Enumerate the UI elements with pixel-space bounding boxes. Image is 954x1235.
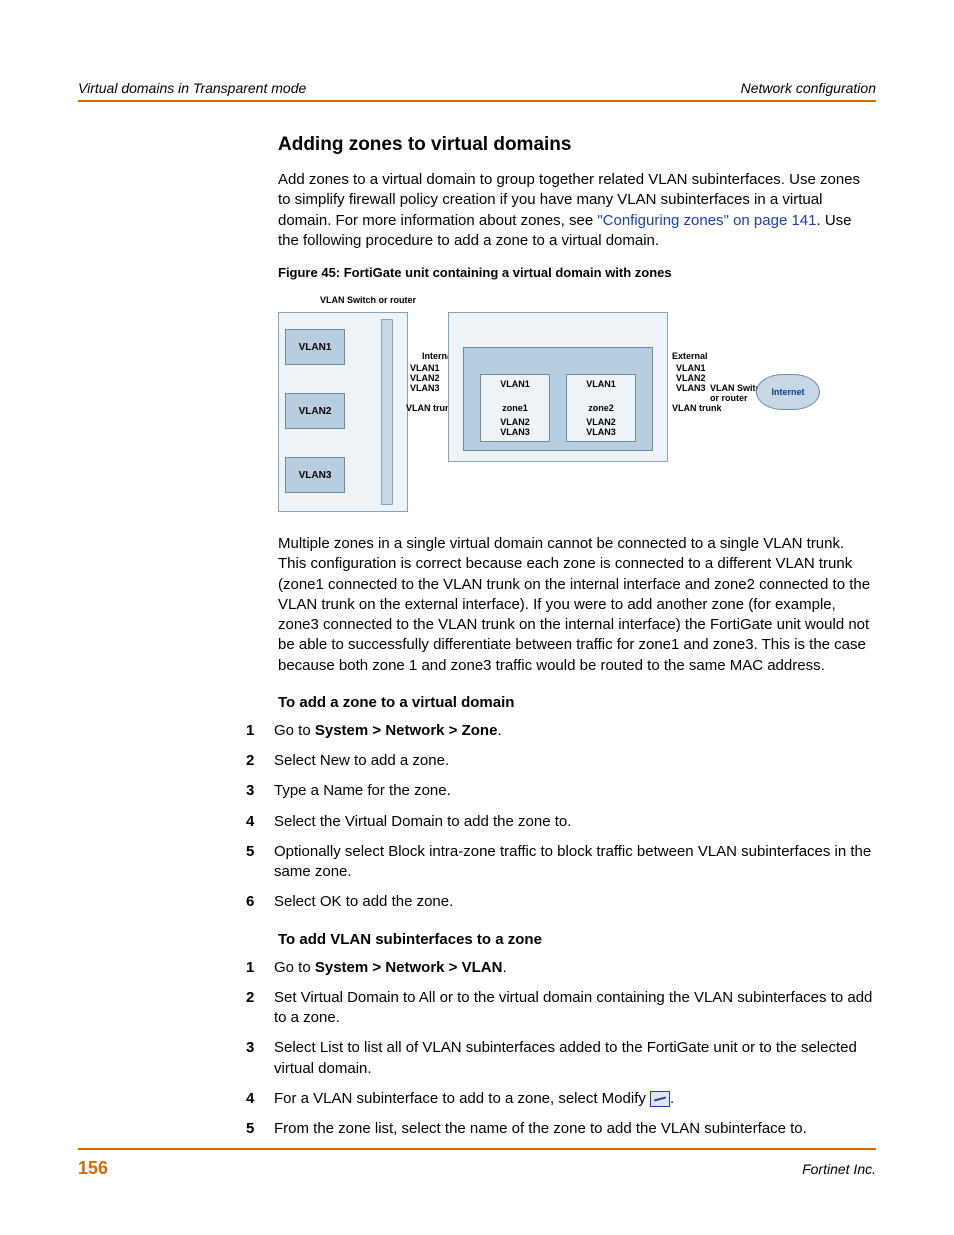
virtual-domain-box: VLAN1 zone1 VLAN2 VLAN3 VLAN1 zone2 VLAN… xyxy=(463,347,653,451)
vlan1-box: VLAN1 xyxy=(285,329,345,365)
explanation-paragraph: Multiple zones in a single virtual domai… xyxy=(278,534,876,676)
vlan-switch-block: VLAN1 VLAN2 VLAN3 xyxy=(278,312,408,512)
trunk-vlans-left: VLAN1 VLAN2 VLAN3 xyxy=(410,364,440,394)
proc2-step4: For a VLAN subinterface to add to a zone… xyxy=(246,1089,876,1109)
page-footer: 156 Fortinet Inc. xyxy=(78,1148,876,1179)
switch-title-label: VLAN Switch or router xyxy=(320,296,416,306)
trunk-vlans-right: VLAN1 VLAN2 VLAN3 xyxy=(676,364,706,394)
proc1-step2: Select New to add a zone. xyxy=(246,751,876,771)
internet-cloud: Internet xyxy=(756,374,820,410)
proc1-step1-c: . xyxy=(497,722,501,739)
vlan-trunk-right-label: VLAN trunk xyxy=(672,404,722,414)
proc2-step1-a: Go to xyxy=(274,959,315,976)
procedure2-list: Go to System > Network > VLAN. Set Virtu… xyxy=(278,958,876,1140)
vlan2-box: VLAN2 xyxy=(285,393,345,429)
vlan3-box: VLAN3 xyxy=(285,457,345,493)
zone2-vlan1-label: VLAN1 xyxy=(567,379,635,389)
proc2-step4-a: For a VLAN subinterface to add to a zone… xyxy=(274,1090,650,1107)
header-rule xyxy=(78,100,876,102)
proc2-step3: Select List to list all of VLAN subinter… xyxy=(246,1038,876,1079)
zone1-box: VLAN1 zone1 VLAN2 VLAN3 xyxy=(480,374,550,442)
proc1-step1-b: System > Network > Zone xyxy=(315,722,498,739)
company-name: Fortinet Inc. xyxy=(802,1161,876,1177)
running-head-left: Virtual domains in Transparent mode xyxy=(78,80,306,96)
zones-crossref-link[interactable]: "Configuring zones" on page 141 xyxy=(597,212,816,229)
proc1-step1: Go to System > Network > Zone. xyxy=(246,721,876,741)
proc2-step2: Set Virtual Domain to All or to the virt… xyxy=(246,988,876,1029)
page-number: 156 xyxy=(78,1158,108,1179)
running-head-right: Network configuration xyxy=(741,80,876,96)
procedure1-list: Go to System > Network > Zone. Select Ne… xyxy=(278,721,876,913)
intro-paragraph: Add zones to a virtual domain to group t… xyxy=(278,170,876,251)
zone1-vlan1-label: VLAN1 xyxy=(481,379,549,389)
proc1-step3: Type a Name for the zone. xyxy=(246,781,876,801)
proc1-step5: Optionally select Block intra-zone traff… xyxy=(246,842,876,883)
proc2-step1: Go to System > Network > VLAN. xyxy=(246,958,876,978)
vlan-trunk-bar xyxy=(381,319,393,505)
proc2-step5: From the zone list, select the name of t… xyxy=(246,1119,876,1139)
proc2-step4-b: . xyxy=(670,1090,674,1107)
zone1-vlans-below: VLAN2 VLAN3 xyxy=(481,417,549,437)
zone2-label: zone2 xyxy=(567,403,635,413)
zone2-vlans-below: VLAN2 VLAN3 xyxy=(567,417,635,437)
proc1-step6: Select OK to add the zone. xyxy=(246,892,876,912)
proc2-step1-c: . xyxy=(502,959,506,976)
proc1-step4: Select the Virtual Domain to add the zon… xyxy=(246,812,876,832)
footer-rule xyxy=(78,1148,876,1150)
proc1-step1-a: Go to xyxy=(274,722,315,739)
zone2-box: VLAN1 zone2 VLAN2 VLAN3 xyxy=(566,374,636,442)
procedure1-heading: To add a zone to a virtual domain xyxy=(278,694,876,711)
proc2-step1-b: System > Network > VLAN xyxy=(315,959,503,976)
zone1-label: zone1 xyxy=(481,403,549,413)
modify-icon xyxy=(650,1091,670,1107)
fortigate-block: Virtual Domain VLAN1 zone1 VLAN2 VLAN3 V… xyxy=(448,312,668,462)
figure-caption: Figure 45: FortiGate unit containing a v… xyxy=(278,265,876,280)
figure-diagram: VLAN Switch or router VLAN1 VLAN2 VLAN3 … xyxy=(278,286,818,516)
external-label: External xyxy=(672,352,708,362)
section-heading: Adding zones to virtual domains xyxy=(278,134,876,156)
procedure2-heading: To add VLAN subinterfaces to a zone xyxy=(278,931,876,948)
